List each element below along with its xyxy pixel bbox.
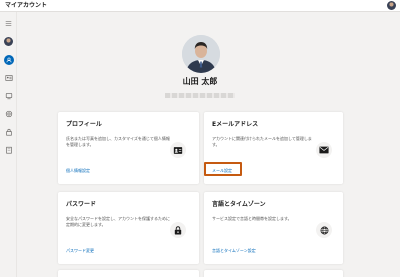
devices-icon	[5, 92, 12, 99]
card-language-link[interactable]: 言語とタイムゾーン設定	[212, 248, 256, 254]
card-profile-link[interactable]: 個人情報設定	[66, 168, 90, 174]
card-language-title: 言語とタイムゾーン	[212, 201, 266, 208]
sidebar	[0, 12, 17, 277]
card-profile-desc: 氏名または写真を追加し、カスタマイズを通じて個人情報を管理します。	[66, 136, 170, 147]
profile-photo-image	[182, 35, 220, 73]
globe-icon	[316, 222, 332, 238]
envelope-icon	[316, 142, 332, 158]
card-email-title: Eメールアドレス	[212, 121, 259, 128]
card-password: パスワード 安全なパスワードを設定し、アカウントを保護するために定期的に変更しま…	[58, 192, 199, 264]
card-language: 言語とタイムゾーン サービス設定で言語と時間帯を設定します。 言語とタイムゾーン…	[204, 192, 343, 264]
email-link-highlight	[204, 162, 242, 176]
building-icon	[5, 146, 12, 154]
sidebar-item-info[interactable]	[3, 72, 14, 83]
lock-icon	[170, 222, 186, 238]
sidebar-item-profile[interactable]	[3, 54, 14, 65]
sidebar-item-security[interactable]	[3, 108, 14, 119]
contact-card-icon	[170, 142, 186, 158]
sidebar-item-home[interactable]	[3, 18, 14, 29]
card-partial-left	[58, 270, 199, 277]
account-avatar[interactable]	[387, 1, 396, 10]
sidebar-item-overview[interactable]	[3, 36, 14, 47]
security-icon	[5, 110, 12, 117]
sidebar-item-devices[interactable]	[3, 90, 14, 101]
sidebar-item-organization[interactable]	[3, 144, 14, 155]
card-profile: プロフィール 氏名または写真を追加し、カスタマイズを通じて個人情報を管理します。…	[58, 112, 199, 184]
person-icon	[3, 54, 14, 65]
user-name: 山田 太郎	[182, 77, 218, 86]
id-card-icon	[4, 74, 13, 81]
top-bar: マイアカウント	[0, 0, 400, 12]
avatar-icon	[4, 37, 13, 46]
user-email-redacted	[165, 93, 235, 98]
app-title: マイアカウント	[5, 2, 48, 9]
card-language-desc: サービス設定で言語と時間帯を設定します。	[212, 216, 292, 221]
card-password-title: パスワード	[66, 201, 97, 208]
profile-photo[interactable]	[182, 35, 220, 73]
lock-icon	[5, 128, 12, 136]
sidebar-item-privacy[interactable]	[3, 126, 14, 137]
card-partial-right	[204, 270, 343, 277]
card-profile-title: プロフィール	[66, 121, 102, 128]
card-password-link[interactable]: パスワード変更	[66, 248, 94, 254]
hamburger-icon	[5, 21, 12, 26]
card-email-desc: アカウントに関連付けられたメールを追加して管理します。	[212, 136, 312, 147]
card-password-desc: 安全なパスワードを設定し、アカウントを保護するために定期的に変更します。	[66, 216, 170, 227]
